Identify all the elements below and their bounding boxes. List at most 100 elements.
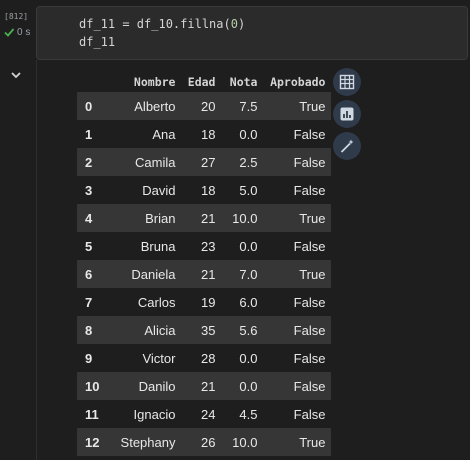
table-row: 4 Brian 21 10.0 True: [77, 204, 332, 232]
table-view-icon: [339, 74, 355, 90]
cell-edad: 21: [181, 372, 222, 400]
cell-nombre: Stephany: [105, 428, 182, 456]
column-header: Nombre: [133, 75, 176, 89]
cell-edad: 20: [181, 92, 222, 120]
cell-nombre: Victor: [142, 350, 176, 366]
cell-nota: 7.5: [221, 92, 264, 120]
table-row: 0 Alberto 20 7.5 True: [77, 92, 332, 120]
cell-edad: 28: [201, 350, 216, 366]
cell-nota: 2.5: [221, 148, 264, 176]
table-row: 3 David 18 5.0 False: [77, 176, 331, 204]
magic-wand-icon: [340, 139, 354, 153]
column-header: Nota: [229, 75, 258, 89]
row-index: 2: [77, 148, 106, 176]
cell-nota: 5.0: [239, 182, 258, 198]
cell-aprobado: False: [293, 126, 326, 142]
table-row: 5 Bruna 23 0.0 False: [77, 232, 331, 260]
row-index: 6: [77, 260, 106, 288]
execution-count: [812]: [4, 12, 29, 21]
cell-nombre: Daniela: [105, 260, 182, 288]
table-row: 7 Carlos 19 6.0 False: [77, 288, 331, 316]
cell-edad: 18: [201, 182, 216, 198]
cell-edad: 23: [201, 238, 216, 254]
cell-aprobado: False: [263, 372, 332, 400]
cell-aprobado: False: [263, 316, 332, 344]
check-icon: [4, 28, 15, 37]
table-row: 8 Alicia 35 5.6 False: [77, 316, 332, 344]
cell-edad: 24: [201, 406, 216, 422]
cell-aprobado: True: [263, 92, 332, 120]
index-header: [77, 72, 105, 92]
code-line-2: df_11: [79, 35, 116, 49]
cell-aprobado: False: [293, 350, 326, 366]
cell-edad: 26: [181, 428, 222, 456]
cell-aprobado: False: [293, 182, 326, 198]
cell-nota: 0.0: [239, 126, 258, 142]
cell-aprobado: False: [293, 294, 326, 310]
run-status: 0 s: [3, 26, 30, 38]
cell-aprobado: False: [263, 148, 332, 176]
cell-nota: 10.0: [221, 428, 264, 456]
cell-aprobado: False: [293, 406, 326, 422]
cell-aprobado: True: [263, 260, 332, 288]
cell-nombre: Alicia: [105, 316, 182, 344]
column-header: Aprobado: [270, 75, 326, 89]
row-index: 11: [85, 406, 99, 422]
cell-edad: 21: [181, 204, 222, 232]
cell-aprobado: True: [263, 428, 332, 456]
row-index: 3: [85, 182, 93, 198]
cell-nombre: Ignacio: [133, 406, 176, 422]
table-row: 1 Ana 18 0.0 False: [77, 120, 331, 148]
row-index: 12: [77, 428, 106, 456]
cell-edad: 21: [181, 260, 222, 288]
cell-nombre: Danilo: [105, 372, 182, 400]
table-row: 11 Ignacio 24 4.5 False: [77, 400, 331, 428]
row-index: 10: [77, 372, 106, 400]
cell-edad: 18: [201, 126, 216, 142]
cell-nombre: Bruna: [140, 238, 176, 254]
cell-edad: 27: [181, 148, 222, 176]
cell-nombre: Carlos: [137, 294, 176, 310]
cell-output: Nombre Edad Nota Aprobado 0 Alberto 20 7.5 T…: [36, 60, 470, 460]
cell-nota: 10.0: [221, 204, 264, 232]
cell-nota: 0.0: [239, 238, 258, 254]
cell-nota: 4.5: [239, 406, 258, 422]
cell-nombre: Brian: [105, 204, 182, 232]
table-row: 12 Stephany 26 10.0 True: [77, 428, 332, 456]
cell-aprobado: False: [293, 238, 326, 254]
row-index: 5: [85, 238, 93, 254]
cell-aprobado: True: [263, 204, 332, 232]
code-cell[interactable]: df_11 = df_10.fillna(0) df_11: [36, 6, 468, 60]
table-body: 0 Alberto 20 7.5 True 1 Ana 18 0.0 False 2 Camila 27…: [77, 92, 332, 456]
cell-nombre: David: [142, 182, 176, 198]
chevron-down-icon[interactable]: [9, 68, 23, 82]
cell-nota: 7.0: [221, 260, 264, 288]
row-index: 9: [85, 350, 93, 366]
cell-nota: 0.0: [239, 350, 258, 366]
table-row: 10 Danilo 21 0.0 False: [77, 372, 332, 400]
cell-nota: 6.0: [239, 294, 258, 310]
cell-edad: 19: [201, 294, 216, 310]
magic-wand-button[interactable]: [333, 132, 361, 160]
chart-suggest-button[interactable]: [333, 100, 361, 128]
cell-nombre: Alberto: [105, 92, 182, 120]
cell-nota: 5.6: [221, 316, 264, 344]
row-index: 7: [85, 294, 93, 310]
cell-nombre: Ana: [152, 126, 176, 142]
row-index: 4: [77, 204, 106, 232]
dataframe-table: Nombre Edad Nota Aprobado 0 Alberto 20 7.5 T…: [77, 72, 332, 456]
row-index: 8: [77, 316, 106, 344]
cell-nombre: Camila: [105, 148, 182, 176]
table-row: 6 Daniela 21 7.0 True: [77, 260, 332, 288]
cell-gutter: [812] 0 s: [0, 0, 36, 460]
cell-nota: 0.0: [221, 372, 264, 400]
code-line-1: df_11 = df_10.fillna(0): [79, 17, 246, 31]
cell-edad: 35: [181, 316, 222, 344]
table-view-button[interactable]: [333, 68, 361, 96]
chart-suggest-icon: [340, 107, 354, 121]
table-row: 2 Camila 27 2.5 False: [77, 148, 332, 176]
table-row: 9 Victor 28 0.0 False: [77, 344, 331, 372]
column-header: Edad: [187, 75, 216, 89]
run-time: 0 s: [17, 26, 31, 38]
table-header: Nombre Edad Nota Aprobado: [77, 72, 331, 92]
